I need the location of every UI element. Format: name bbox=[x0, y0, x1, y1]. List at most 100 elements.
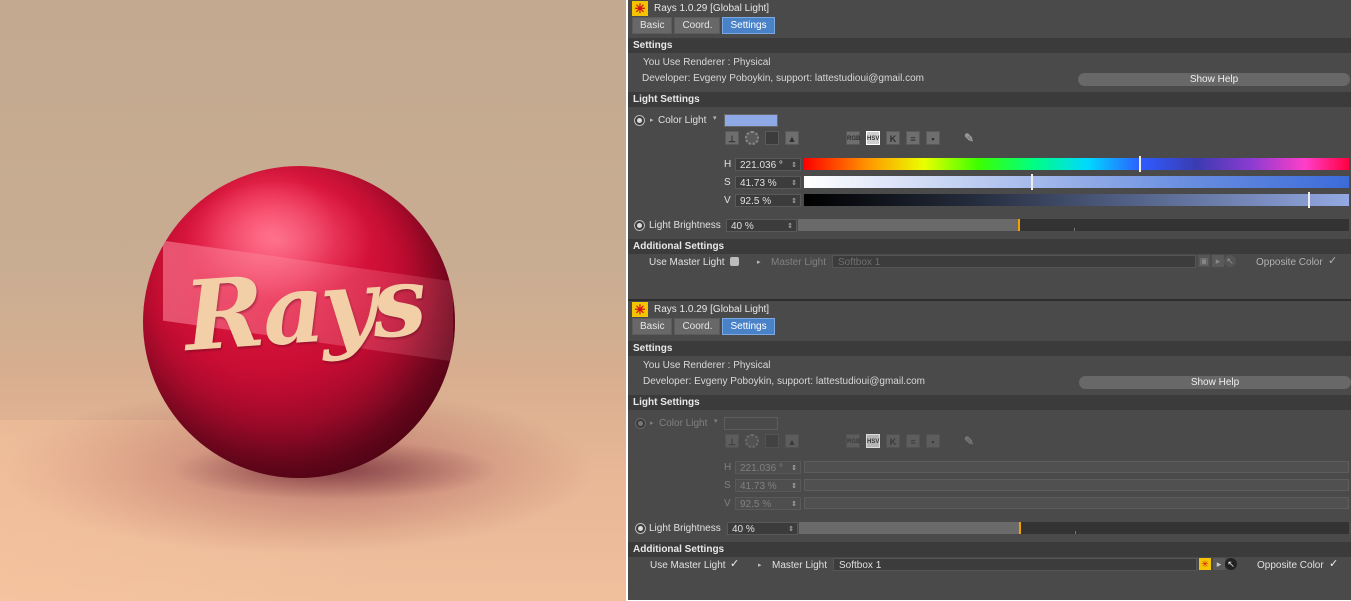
color-dropdown-icon: ▾ bbox=[714, 418, 718, 425]
h-value: 221.036 ° bbox=[740, 160, 783, 171]
kelvin-mode-icon[interactable]: K bbox=[886, 131, 900, 145]
value-slider bbox=[804, 497, 1349, 509]
brightness-animate-radio[interactable] bbox=[634, 220, 645, 231]
section-additional-settings[interactable]: Additional Settings bbox=[628, 542, 1351, 557]
v-value: 92.5 % bbox=[740, 196, 772, 207]
tab-coord[interactable]: Coord. bbox=[674, 17, 721, 34]
rays-light-icon: ✳ bbox=[632, 1, 648, 16]
h-stepper-icon[interactable]: ⇕ bbox=[791, 159, 797, 172]
section-settings[interactable]: Settings bbox=[628, 38, 1351, 53]
color-picker-toolbar: ⊥ ▲ bbox=[725, 131, 799, 145]
mixer-icon: ≡ bbox=[906, 434, 920, 448]
h-stepper-icon: ⇕ bbox=[791, 465, 797, 472]
color-light-label: Color Light bbox=[658, 115, 707, 126]
brightness-fill bbox=[799, 522, 1019, 534]
brightness-handle[interactable] bbox=[1018, 219, 1021, 231]
eyedropper-screen-icon[interactable]: ⊥ bbox=[725, 131, 739, 145]
s-input: 41.73 % ⇕ bbox=[735, 479, 801, 492]
link-options-icon[interactable]: ▸ bbox=[1212, 255, 1224, 267]
show-help-button[interactable]: Show Help bbox=[1078, 73, 1350, 86]
brightness-input[interactable]: 40 % ⇕ bbox=[726, 219, 797, 232]
v-input[interactable]: 92.5 % ⇕ bbox=[735, 194, 801, 207]
opposite-color-label: Opposite Color bbox=[1256, 257, 1323, 268]
pick-object-icon[interactable]: ↖ bbox=[1225, 558, 1237, 570]
rgb-mode-icon[interactable]: RGB bbox=[846, 131, 860, 145]
color-dropdown-icon[interactable]: ▾ bbox=[713, 114, 717, 122]
brightness-animate-radio[interactable] bbox=[635, 523, 646, 534]
master-light-link-field[interactable]: Softbox 1 bbox=[832, 255, 1196, 268]
v-label: V bbox=[724, 195, 731, 206]
spectrum-icon bbox=[765, 434, 779, 448]
renderer-info: You Use Renderer : Physical bbox=[643, 57, 771, 68]
expand-arrow-icon[interactable]: ▸ bbox=[650, 116, 654, 124]
tab-coord[interactable]: Coord. bbox=[674, 318, 721, 335]
slider-tick bbox=[1074, 228, 1075, 231]
tab-basic[interactable]: Basic bbox=[632, 17, 673, 34]
section-light-settings[interactable]: Light Settings bbox=[628, 92, 1351, 107]
master-light-link-field[interactable]: Softbox 1 bbox=[833, 558, 1197, 571]
master-light-label: Master Light bbox=[772, 560, 828, 571]
mixer-icon[interactable]: ≡ bbox=[906, 131, 920, 145]
tab-settings[interactable]: Settings bbox=[722, 17, 775, 34]
use-master-light-checkbox[interactable] bbox=[730, 257, 739, 266]
developer-info: Developer: Evgeny Poboykin, support: lat… bbox=[643, 376, 925, 387]
section-settings[interactable]: Settings bbox=[628, 341, 1351, 356]
saturation-slider bbox=[804, 479, 1349, 491]
brightness-slider[interactable] bbox=[799, 522, 1349, 534]
s-stepper-icon: ⇕ bbox=[791, 483, 797, 490]
link-options-icon[interactable]: ▸ bbox=[1213, 558, 1225, 570]
v-stepper-icon[interactable]: ⇕ bbox=[791, 195, 797, 208]
brightness-handle[interactable] bbox=[1019, 522, 1021, 534]
s-label: S bbox=[724, 177, 731, 188]
use-master-light-label: Use Master Light bbox=[650, 560, 726, 571]
panel-titlebar: ✳ Rays 1.0.29 [Global Light] bbox=[632, 301, 769, 318]
hue-slider-handle[interactable] bbox=[1138, 156, 1141, 172]
image-picker-icon[interactable]: ▲ bbox=[785, 131, 799, 145]
brightness-label: Light Brightness bbox=[649, 523, 721, 534]
color-light-swatch[interactable] bbox=[724, 114, 778, 127]
section-additional-settings[interactable]: Additional Settings bbox=[628, 239, 1351, 254]
s-input[interactable]: 41.73 % ⇕ bbox=[735, 176, 801, 189]
brightness-input[interactable]: 40 % ⇕ bbox=[727, 522, 798, 535]
hsv-mode-icon[interactable]: HSV bbox=[866, 131, 880, 145]
color-wheel-icon bbox=[745, 434, 759, 448]
pick-object-icon[interactable]: ↖ bbox=[1224, 255, 1236, 267]
brightness-slider[interactable] bbox=[798, 219, 1349, 231]
slider-tick bbox=[1075, 531, 1076, 534]
brightness-stepper-icon[interactable]: ⇕ bbox=[787, 220, 793, 233]
use-master-light-checkbox[interactable]: ✓ bbox=[730, 557, 739, 570]
color-wheel-icon[interactable] bbox=[745, 131, 759, 145]
show-help-button[interactable]: Show Help bbox=[1079, 376, 1351, 389]
swatches-icon[interactable]: ▪ bbox=[926, 131, 940, 145]
hue-slider bbox=[804, 461, 1349, 473]
tab-bar: Basic Coord. Settings bbox=[632, 17, 775, 34]
color-pick-pen-icon: ✎ bbox=[963, 434, 975, 448]
opposite-color-checkbox[interactable]: ✓ bbox=[1329, 557, 1338, 570]
value-slider-handle[interactable] bbox=[1308, 192, 1311, 208]
opposite-color-checkbox[interactable]: ✓ bbox=[1328, 254, 1337, 267]
swatches-icon: ▪ bbox=[926, 434, 940, 448]
link-target-icon[interactable]: ▣ bbox=[1198, 255, 1210, 267]
section-light-settings[interactable]: Light Settings bbox=[628, 395, 1351, 410]
master-light-expand-icon[interactable]: ▸ bbox=[758, 561, 762, 569]
softbox-light-icon[interactable]: ✳ bbox=[1199, 558, 1211, 570]
tab-basic[interactable]: Basic bbox=[632, 318, 673, 335]
saturation-slider-handle[interactable] bbox=[1031, 174, 1034, 190]
h-value: 221.036 ° bbox=[740, 463, 783, 474]
spectrum-icon[interactable] bbox=[765, 131, 779, 145]
panel-title: Rays 1.0.29 [Global Light] bbox=[654, 304, 770, 315]
tab-settings[interactable]: Settings bbox=[722, 318, 775, 335]
image-picker-icon: ▲ bbox=[785, 434, 799, 448]
brightness-stepper-icon[interactable]: ⇕ bbox=[788, 523, 794, 536]
s-label: S bbox=[724, 480, 731, 491]
h-input[interactable]: 221.036 ° ⇕ bbox=[735, 158, 801, 171]
rays-light-icon: ✳ bbox=[632, 302, 648, 317]
color-pick-pen-icon[interactable]: ✎ bbox=[962, 131, 976, 145]
saturation-slider[interactable] bbox=[804, 174, 1349, 190]
master-light-expand-icon[interactable]: ▸ bbox=[757, 258, 761, 266]
color-light-animate-radio[interactable] bbox=[634, 115, 645, 126]
value-slider[interactable] bbox=[804, 192, 1349, 208]
hue-slider[interactable] bbox=[804, 156, 1349, 172]
s-stepper-icon[interactable]: ⇕ bbox=[791, 177, 797, 190]
brightness-fill bbox=[798, 219, 1019, 231]
